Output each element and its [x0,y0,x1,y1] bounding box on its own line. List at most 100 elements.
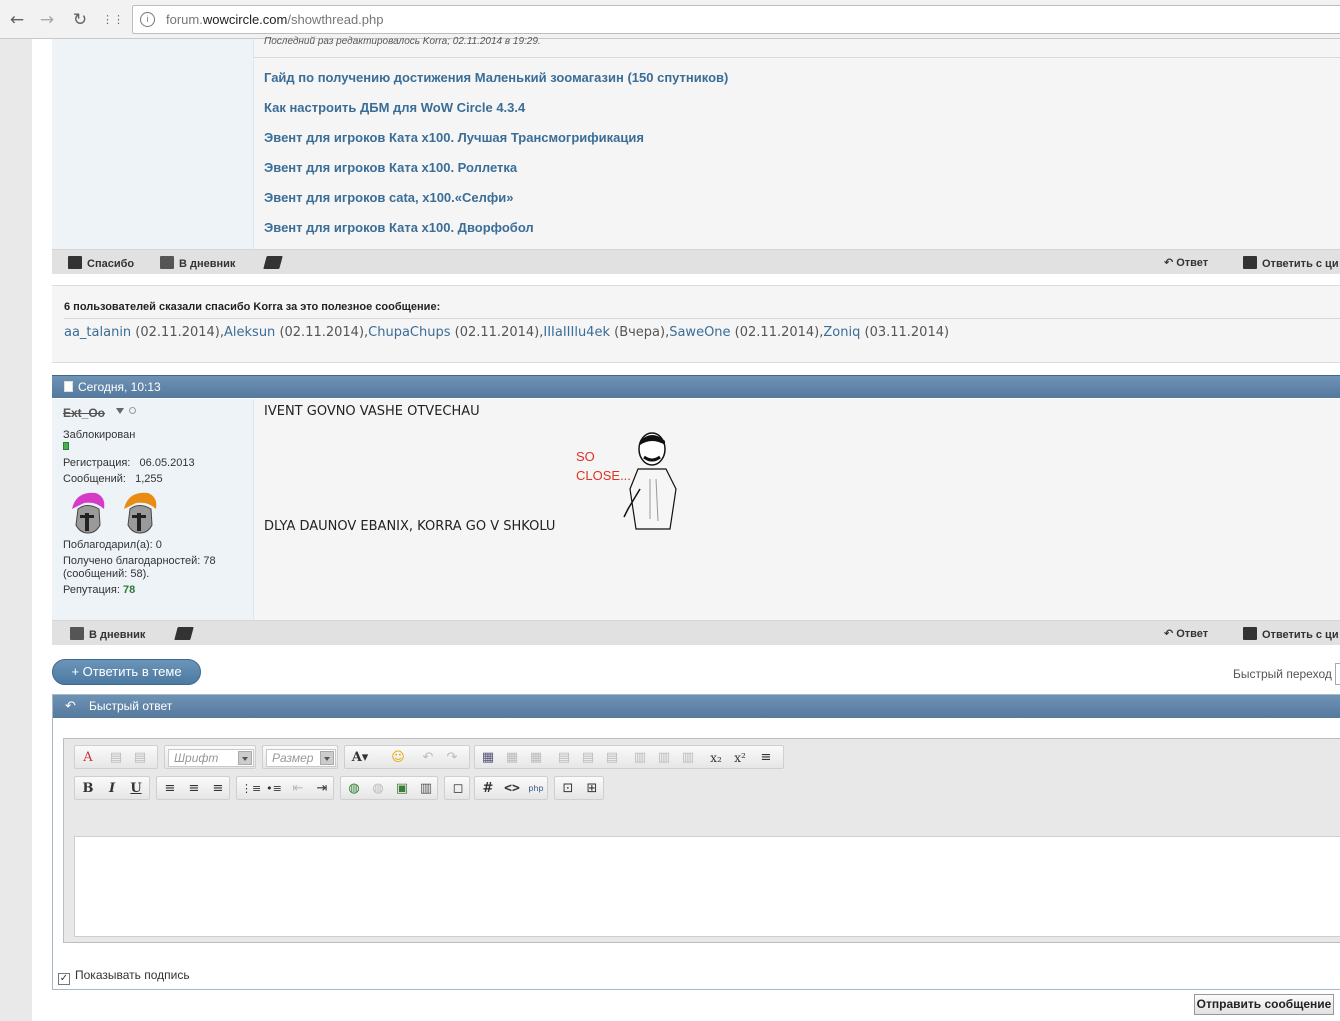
expand-icon[interactable]: ⊡ [559,780,577,798]
thread-link[interactable]: Эвент для игроков cata, x100.«Селфи» [264,190,728,220]
image-icon[interactable]: ▣ [393,780,411,798]
post-date: Сегодня, 10:13 [78,380,161,394]
thanks-user-link[interactable]: Aleksun [224,325,275,340]
thanks-users-list: aa_talanin (02.11.2014),Aleksun (02.11.2… [64,325,949,340]
col-left-icon[interactable]: ▥ [631,749,649,767]
thanks-user-link[interactable]: ChupaChups [368,325,450,340]
table-icon[interactable]: ▦ [479,749,497,767]
reply-arrow-icon: ↶ [65,699,76,714]
back-icon[interactable]: ← [6,9,28,31]
thread-link[interactable]: Гайд по получению достижения Маленький з… [264,70,728,100]
quote-reply-button[interactable]: Ответить с ци [1243,627,1339,641]
show-signature-checkbox[interactable]: ✓ [58,973,70,985]
superscript-icon[interactable]: x² [731,749,749,767]
offline-status-icon [129,407,136,414]
quote-reply-button[interactable]: Ответить с ци [1243,256,1339,270]
code-icon[interactable]: <> [503,780,521,798]
thread-link[interactable]: Эвент для игроков Ката x100. Роллетка [264,160,728,190]
smiley-icon[interactable]: ☺ [389,749,407,767]
size-select[interactable]: Размер [266,749,336,767]
table-delete-icon[interactable]: ▦ [527,749,545,767]
quote-icon[interactable]: ◻ [449,780,467,798]
report-icon [174,627,194,640]
show-signature-option[interactable]: ✓ Показывать подпись [58,968,190,985]
bold-icon[interactable]: B [79,780,97,798]
forward-icon[interactable]: → [36,9,58,31]
row-below-icon[interactable]: ▤ [579,749,597,767]
reply-button[interactable]: ↶ Ответ [1164,627,1208,640]
unordered-list-icon[interactable]: •≡ [265,780,283,798]
redo-icon[interactable]: ↷ [443,749,461,767]
thanks-user-link[interactable]: IIIaIIIlu4ek [543,325,610,340]
row-delete-icon[interactable]: ▤ [603,749,621,767]
post-korra: Последний раз редактировалось Korra; 02.… [52,36,1340,275]
username-link[interactable]: Ext_Oo [63,406,105,420]
align-right-icon[interactable]: ≡ [209,780,227,798]
apps-icon[interactable]: ⋮⋮ [102,9,124,31]
forum-page: Последний раз редактировалось Korra; 02.… [0,36,1340,1021]
submit-button[interactable]: Отправить сообщение [1194,994,1334,1015]
hashtag-icon[interactable]: # [479,780,497,798]
editor: A ▤ ▤ Шрифт Размер A▾ ☺ ↶ ↷ ▦ ▦ ▦ ▤ ▤ ▤ … [63,738,1340,943]
source-icon[interactable]: ⊞ [583,780,601,798]
toolbar-group: ◍ ◍ ▣ ▥ [340,776,438,800]
helmet-award-icon [72,492,105,534]
align-center-icon[interactable]: ≡ [185,780,203,798]
reply-thread-button[interactable]: + Ответить в теме [52,659,201,685]
reply-arrow-icon: ↶ [1164,256,1174,269]
underline-icon[interactable]: U [127,780,145,798]
row-above-icon[interactable]: ▤ [555,749,573,767]
subscript-icon[interactable]: x₂ [707,749,725,767]
quick-reply-header: ↶ Быстрый ответ [53,695,1340,718]
unlink-icon[interactable]: ◍ [369,780,387,798]
address-bar[interactable]: i forum.wowcircle.com/showthread.php [132,5,1340,34]
text-color-icon[interactable]: A▾ [351,749,369,767]
align-left-icon[interactable]: ≡ [161,780,179,798]
toolbar-group: ⊡ ⊞ [554,776,604,800]
remove-format-icon[interactable]: A [79,749,97,767]
thread-links-list: Гайд по получению достижения Маленький з… [264,70,728,250]
php-icon[interactable]: php [527,780,545,798]
italic-icon[interactable]: I [103,780,121,798]
report-button[interactable] [263,256,286,270]
horizontal-rule-icon[interactable]: ≡ [757,749,775,767]
thanks-user-link[interactable]: Zoniq [823,325,860,340]
thanks-button[interactable]: Спасибо [68,256,134,270]
col-right-icon[interactable]: ▥ [655,749,673,767]
outdent-icon[interactable]: ⇤ [289,780,307,798]
link-icon[interactable]: ◍ [345,780,363,798]
toolbar-group: A ▤ ▤ [74,745,158,769]
post-action-bar: Спасибо В дневник ↶ Ответ Ответить с ци [52,249,1340,274]
page-info-icon[interactable]: i [140,12,155,27]
thread-link[interactable]: Эвент для игроков Ката x100. Лучшая Тран… [264,130,728,160]
quick-reply-title: Быстрый ответ [89,699,173,713]
indent-icon[interactable]: ⇥ [313,780,331,798]
diary-button[interactable]: В дневник [70,627,145,641]
col-delete-icon[interactable]: ▥ [679,749,697,767]
reply-button[interactable]: ↶ Ответ [1164,256,1208,269]
post-ext: Ext_Oo Заблокирован Регистрация: 06.05.2… [52,399,1340,645]
received-thanks: Получено благодарностей: 78 (сообщений: … [63,555,216,580]
user-menu-icon[interactable] [116,408,124,414]
reputation-bar [63,442,69,450]
font-select[interactable]: Шрифт [168,749,254,767]
report-button[interactable] [174,627,197,641]
thanks-user-link[interactable]: SaweOne [669,325,730,340]
table-insert-icon[interactable]: ▦ [503,749,521,767]
diary-button[interactable]: В дневник [160,256,235,270]
paste-icon[interactable]: ▤ [107,749,125,767]
thanks-user-link[interactable]: aa_talanin [64,325,131,340]
message-text: IVENT GOVNO VASHE OTVECHAU [264,404,480,419]
registration-date: Регистрация: 06.05.2013 [63,457,195,469]
ordered-list-icon[interactable]: ⋮≡ [241,780,261,798]
video-icon[interactable]: ▥ [417,780,435,798]
undo-icon[interactable]: ↶ [419,749,437,767]
thread-link[interactable]: Как настроить ДБМ для WoW Circle 4.3.4 [264,100,728,130]
browser-toolbar: ← → ↻ ⋮⋮ i forum.wowcircle.com/showthrea… [0,0,1340,39]
paste-text-icon[interactable]: ▤ [131,749,149,767]
message-textarea[interactable] [74,836,1340,937]
toolbar-group: ◻ [444,776,470,800]
reload-icon[interactable]: ↻ [69,9,91,31]
thread-link[interactable]: Эвент для игроков Ката x100. Дворфобол [264,220,728,250]
quick-jump-select[interactable] [1335,663,1340,685]
